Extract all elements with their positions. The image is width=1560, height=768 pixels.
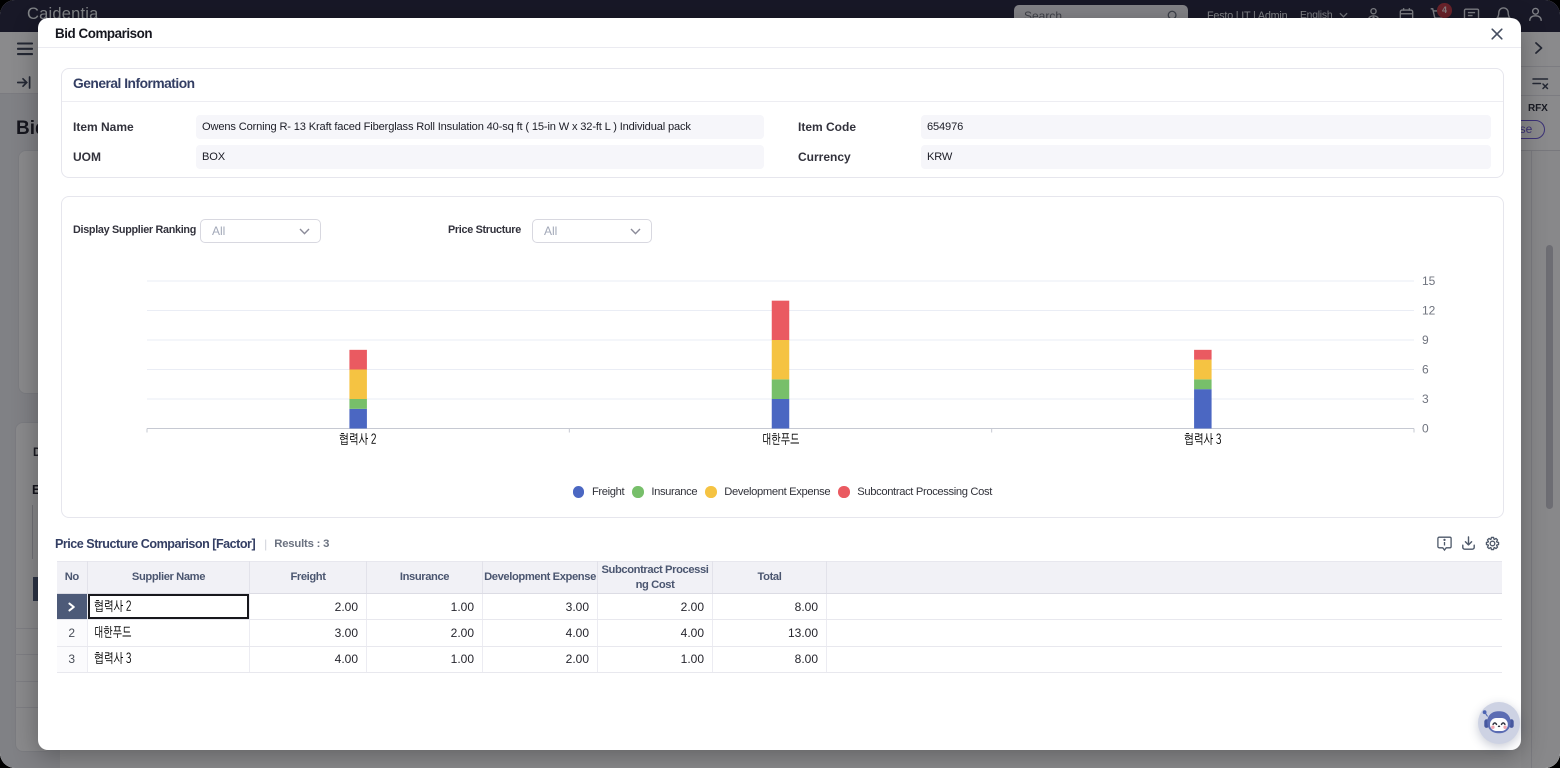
selected-row-indicator[interactable]: [57, 594, 88, 620]
chatbot-button[interactable]: [1478, 702, 1520, 744]
price-structure-table: NoSupplier NameFreightInsuranceDevelopme…: [57, 561, 1502, 673]
value-cell[interactable]: 4.00: [598, 620, 713, 646]
legend-dot: [632, 486, 644, 498]
settings-gear-icon[interactable]: [1484, 535, 1501, 552]
svg-text:9: 9: [1422, 333, 1429, 347]
section-title: General Information: [73, 76, 195, 91]
legend-item[interactable]: Development Expense: [705, 486, 830, 498]
value-cell[interactable]: 1.00: [598, 646, 713, 672]
legend-dot: [705, 486, 717, 498]
table-row[interactable]: 23.002.004.004.0013.00: [57, 620, 1502, 646]
supplier-name-cell[interactable]: [88, 620, 250, 646]
table-toolbar: [1436, 535, 1501, 552]
chevron-right-icon: [67, 602, 76, 612]
legend-label: Development Expense: [724, 486, 830, 498]
value-cell[interactable]: 2.00: [250, 594, 367, 620]
chevron-down-icon: [630, 228, 641, 235]
row-number[interactable]: 2: [57, 620, 88, 646]
column-header[interactable]: Total: [713, 562, 827, 594]
value-cell[interactable]: 1.00: [367, 646, 483, 672]
general-information-card: General Information Item Name Owens Corn…: [61, 68, 1504, 178]
chart-legend: Freight Insurance Development Expense Subco…: [62, 486, 1503, 498]
legend-label: Freight: [592, 486, 624, 498]
value-cell[interactable]: 4.00: [483, 620, 598, 646]
item-code-label: Item Code: [798, 115, 856, 139]
table-section-title: Price Structure Comparison [Factor]: [55, 537, 255, 551]
svg-text:15: 15: [1422, 274, 1436, 288]
app-screen: Caidentia Search Festo | IT | Admin Engl…: [0, 0, 1560, 768]
value-cell[interactable]: 4.00: [250, 646, 367, 672]
uom-label: UOM: [73, 145, 101, 169]
info-tooltip-icon[interactable]: [1436, 535, 1453, 552]
legend-label: Subcontract Processing Cost: [857, 486, 992, 498]
divider: |: [264, 537, 267, 551]
ranking-select[interactable]: All: [200, 219, 321, 243]
uom-value[interactable]: BOX: [196, 145, 764, 169]
legend-item[interactable]: Freight: [573, 486, 624, 498]
supplier-name-text: [94, 594, 249, 619]
filler-cell: [827, 594, 1502, 620]
value-cell[interactable]: 8.00: [713, 594, 827, 620]
item-code-value[interactable]: 654976: [921, 115, 1491, 139]
chart-card: Display Supplier Ranking All Price Struc…: [61, 196, 1504, 518]
price-structure-label: Price Structure: [448, 218, 521, 243]
ranking-label: Display Supplier Ranking: [73, 218, 196, 243]
value-cell[interactable]: 3.00: [250, 620, 367, 646]
supplier-name-text: [94, 620, 249, 645]
chevron-down-icon: [299, 228, 310, 235]
column-header[interactable]: Development Expense: [483, 562, 598, 594]
legend-item[interactable]: Insurance: [632, 486, 697, 498]
value-cell[interactable]: 2.00: [598, 594, 713, 620]
modal-title: Bid Comparison: [55, 26, 152, 41]
currency-value[interactable]: KRW: [921, 145, 1491, 169]
column-header-filler: [827, 562, 1502, 594]
item-name-value[interactable]: Owens Corning R- 13 Kraft faced Fibergla…: [196, 115, 764, 139]
item-name-label: Item Name: [73, 115, 134, 139]
supplier-name-cell[interactable]: [88, 646, 250, 672]
currency-label: Currency: [798, 145, 851, 169]
legend-dot: [838, 486, 850, 498]
value-cell[interactable]: 2.00: [367, 620, 483, 646]
column-header[interactable]: Supplier Name: [88, 562, 250, 594]
value-cell[interactable]: 8.00: [713, 646, 827, 672]
price-structure-value: All: [544, 224, 557, 238]
svg-text:6: 6: [1422, 363, 1429, 377]
modal-header: Bid Comparison: [38, 18, 1521, 48]
table-row[interactable]: 34.001.002.001.008.00: [57, 646, 1502, 672]
download-icon[interactable]: [1460, 535, 1477, 552]
value-cell[interactable]: 3.00: [483, 594, 598, 620]
table-header-row: NoSupplier NameFreightInsuranceDevelopme…: [57, 562, 1502, 594]
chatbot-robot-icon: [1478, 702, 1520, 744]
table-row[interactable]: 2.001.003.002.008.00: [57, 594, 1502, 620]
svg-text:3: 3: [1422, 392, 1429, 406]
legend-dot: [573, 486, 585, 498]
price-structure-select[interactable]: All: [532, 219, 652, 243]
ranking-value: All: [212, 224, 225, 238]
supplier-name-cell[interactable]: [88, 594, 250, 620]
svg-text:0: 0: [1422, 422, 1429, 436]
column-header[interactable]: No: [57, 562, 88, 594]
row-number[interactable]: 3: [57, 646, 88, 672]
stacked-bar-chart: 0 3 6 9 12 15: [101, 266, 1461, 456]
value-cell[interactable]: 1.00: [367, 594, 483, 620]
column-header[interactable]: Insurance: [367, 562, 483, 594]
svg-text:12: 12: [1422, 304, 1436, 318]
filler-cell: [827, 646, 1502, 672]
value-cell[interactable]: 2.00: [483, 646, 598, 672]
table-section-header: Price Structure Comparison [Factor] | Re…: [55, 535, 329, 553]
legend-label: Insurance: [651, 486, 697, 498]
close-icon[interactable]: [1489, 26, 1505, 42]
supplier-name-text: [94, 647, 249, 672]
value-cell[interactable]: 13.00: [713, 620, 827, 646]
column-header[interactable]: Subcontract Processing Cost: [598, 562, 713, 594]
divider: [62, 101, 1503, 102]
legend-item[interactable]: Subcontract Processing Cost: [838, 486, 992, 498]
column-header[interactable]: Freight: [250, 562, 367, 594]
results-count: Results : 3: [274, 538, 329, 550]
bid-comparison-modal: Bid Comparison General Information Item …: [38, 18, 1521, 750]
filler-cell: [827, 620, 1502, 646]
